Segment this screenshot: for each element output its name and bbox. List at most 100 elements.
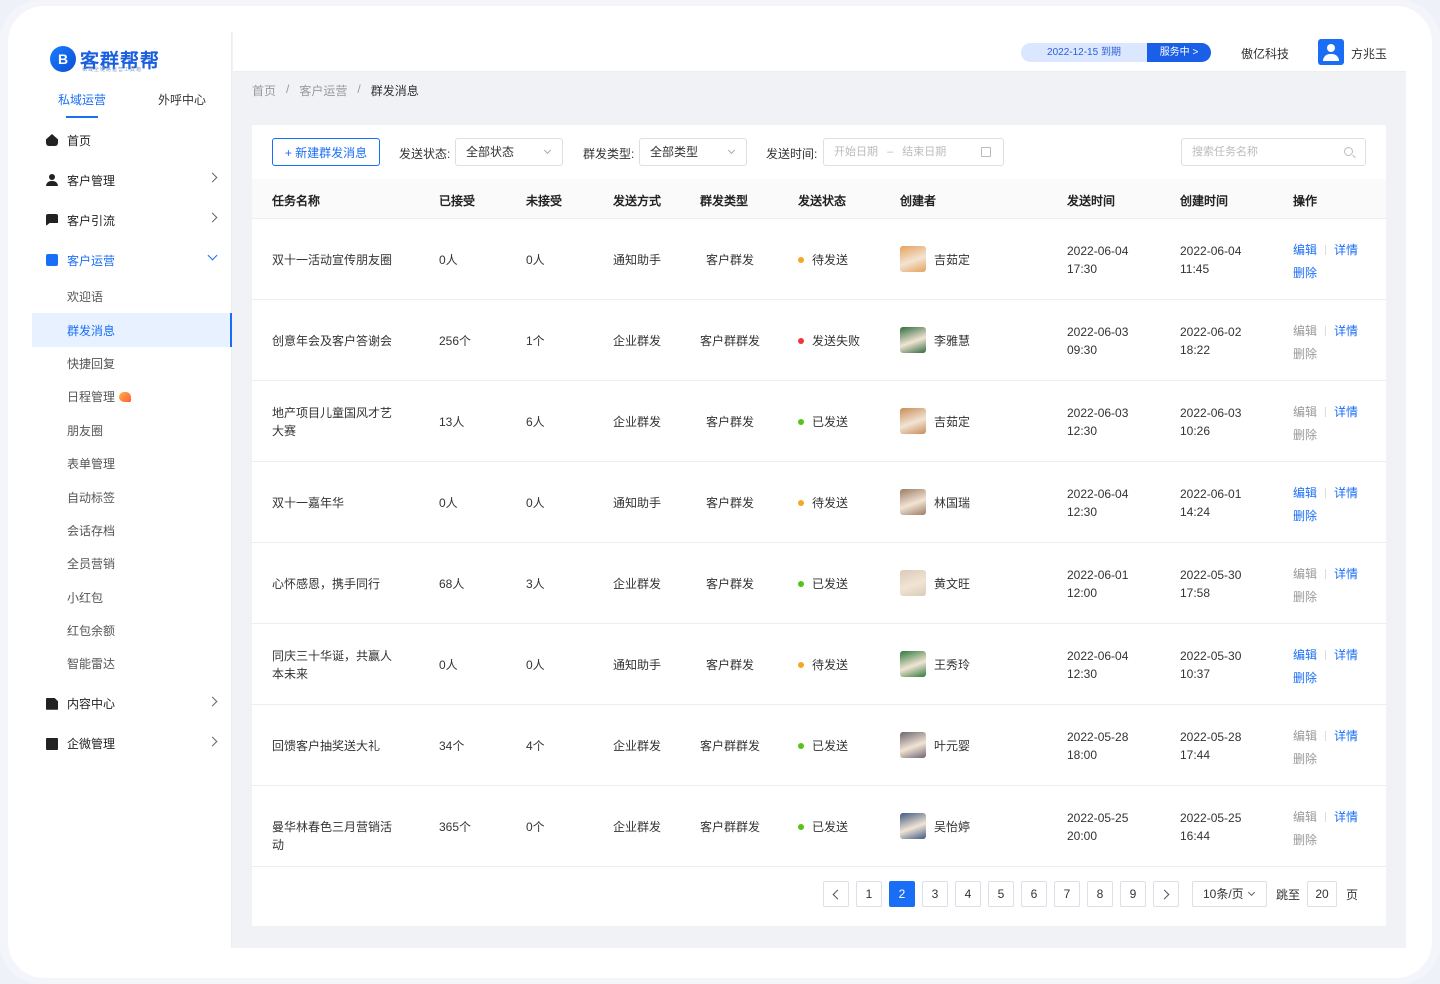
chevron-right-icon: [207, 736, 218, 747]
delete-button[interactable]: 删除: [1293, 671, 1317, 685]
task-name[interactable]: 创意年会及客户答谢会: [272, 332, 402, 350]
breadcrumb-customer-ops[interactable]: 客户运营: [299, 82, 347, 99]
edit-button[interactable]: 编辑: [1293, 729, 1317, 743]
username[interactable]: 方兆玉: [1351, 45, 1387, 62]
tab-call-center[interactable]: 外呼中心: [132, 88, 232, 118]
delete-button[interactable]: 删除: [1293, 347, 1317, 361]
action-divider: [1325, 326, 1327, 336]
accepted-count: 0人: [439, 253, 458, 267]
mass-type: 客户群发: [706, 415, 755, 429]
delete-button[interactable]: 删除: [1293, 590, 1317, 604]
page-unit-label: 页: [1346, 887, 1359, 902]
sidebar-subitem-schedule[interactable]: 日程管理: [32, 380, 232, 413]
action-divider: [1325, 488, 1327, 498]
page-number-button[interactable]: 8: [1087, 881, 1113, 907]
page-number-button[interactable]: 9: [1120, 881, 1146, 907]
sidebar-subitem-all-staff-marketing[interactable]: 全员营销: [32, 547, 232, 580]
page-number-button[interactable]: 7: [1054, 881, 1080, 907]
creator-name: 黄文旺: [934, 577, 971, 591]
row-actions-line: 删除: [1293, 586, 1358, 609]
edit-button[interactable]: 编辑: [1293, 405, 1317, 419]
subscription-badge: 2022-12-15 到期 服务中 >: [1021, 43, 1211, 62]
accepted-count: 0人: [439, 496, 458, 510]
sidebar-subitem-welcome[interactable]: 欢迎语: [32, 280, 232, 313]
sidebar-item-customer-acquisition[interactable]: 客户引流: [32, 200, 232, 240]
sidebar-subitem-red-packet[interactable]: 小红包: [32, 581, 232, 614]
edit-button[interactable]: 编辑: [1293, 567, 1317, 581]
page-number-button[interactable]: 3: [922, 881, 948, 907]
row-actions: 编辑 详情删除: [1293, 239, 1358, 285]
sidebar-item-content-center[interactable]: 内容中心: [32, 684, 232, 724]
sidebar-subitem-moments[interactable]: 朋友圈: [32, 414, 232, 447]
edit-button[interactable]: 编辑: [1293, 648, 1317, 662]
page-size-select[interactable]: 10条/页: [1192, 881, 1267, 907]
sidebar-subitem-mass-message[interactable]: 群发消息: [32, 313, 232, 348]
detail-button[interactable]: 详情: [1334, 810, 1358, 824]
new-mass-message-button[interactable]: + 新建群发消息: [272, 138, 380, 166]
edit-button[interactable]: 编辑: [1293, 324, 1317, 338]
sidebar-item-customer-ops[interactable]: 客户运营: [32, 240, 232, 280]
page-number-button[interactable]: 4: [955, 881, 981, 907]
detail-button[interactable]: 详情: [1334, 324, 1358, 338]
detail-button[interactable]: 详情: [1334, 648, 1358, 662]
time-filter-label: 发送时间:: [766, 147, 818, 161]
task-name[interactable]: 曼华林春色三月营销活动: [272, 818, 402, 854]
detail-button[interactable]: 详情: [1334, 243, 1358, 257]
task-search-input[interactable]: 搜索任务名称: [1181, 138, 1366, 166]
date-range-picker[interactable]: 开始日期 – 结束日期: [823, 138, 1004, 166]
type-select[interactable]: 全部类型: [639, 138, 747, 166]
delete-button[interactable]: 删除: [1293, 509, 1317, 523]
sidebar-subitem-forms[interactable]: 表单管理: [32, 447, 232, 480]
next-page-button[interactable]: [1153, 881, 1179, 907]
service-status-button[interactable]: 服务中 >: [1147, 43, 1211, 62]
page-number-button[interactable]: 1: [856, 881, 882, 907]
task-name[interactable]: 地产项目儿童国风才艺大赛: [272, 404, 402, 440]
status-dot-icon: [798, 743, 804, 749]
breadcrumb: 首页 / 客户运营 / 群发消息: [252, 82, 419, 99]
status-dot-icon: [798, 824, 804, 830]
send-time-text: 12:00: [1067, 586, 1098, 600]
end-date-placeholder: 结束日期: [902, 146, 947, 158]
page-number-button[interactable]: 6: [1021, 881, 1047, 907]
delete-button[interactable]: 删除: [1293, 833, 1317, 847]
sidebar-subitem-chat-archive[interactable]: 会话存档: [32, 514, 232, 547]
send-time: 2022-05-25 20:00: [1067, 809, 1197, 845]
edit-button[interactable]: 编辑: [1293, 486, 1317, 500]
sidebar-item-customer-mgmt[interactable]: 客户管理: [32, 160, 232, 200]
delete-button[interactable]: 删除: [1293, 266, 1317, 280]
tab-private-ops[interactable]: 私域运营: [32, 88, 132, 118]
search-icon[interactable]: [1344, 147, 1353, 156]
task-name[interactable]: 双十一嘉年华: [272, 494, 402, 512]
detail-button[interactable]: 详情: [1334, 567, 1358, 581]
task-name[interactable]: 回馈客户抽奖送大礼: [272, 737, 402, 755]
detail-button[interactable]: 详情: [1334, 405, 1358, 419]
sidebar-item-home[interactable]: 首页: [32, 120, 232, 160]
status-text: 已发送: [812, 739, 849, 753]
sidebar-subitem-red-packet-balance[interactable]: 红包余额: [32, 614, 232, 647]
row-actions-line: 删除: [1293, 262, 1358, 285]
detail-button[interactable]: 详情: [1334, 729, 1358, 743]
row-actions: 编辑 详情删除: [1293, 401, 1358, 447]
task-name[interactable]: 同庆三十华诞，共赢人本未来: [272, 647, 402, 683]
sidebar-subitem-quick-reply[interactable]: 快捷回复: [32, 347, 232, 380]
sidebar-subitem-auto-tags[interactable]: 自动标签: [32, 480, 232, 513]
company-name[interactable]: 傲亿科技: [1241, 45, 1289, 62]
avatar[interactable]: [1318, 39, 1344, 65]
task-name[interactable]: 双十一活动宣传朋友圈: [272, 251, 402, 269]
jump-page-input[interactable]: 20: [1307, 881, 1338, 907]
sidebar-subitem-smart-radar[interactable]: 智能雷达: [32, 647, 232, 680]
page-number-button[interactable]: 2: [889, 881, 915, 907]
send-time: 2022-06-03 09:30: [1067, 323, 1197, 359]
edit-button[interactable]: 编辑: [1293, 810, 1317, 824]
sidebar-item-wecom-mgmt[interactable]: 企微管理: [32, 724, 232, 764]
page-number-button[interactable]: 5: [988, 881, 1014, 907]
delete-button[interactable]: 删除: [1293, 752, 1317, 766]
detail-button[interactable]: 详情: [1334, 486, 1358, 500]
row-actions: 编辑 详情删除: [1293, 806, 1358, 852]
breadcrumb-home[interactable]: 首页: [252, 82, 276, 99]
edit-button[interactable]: 编辑: [1293, 243, 1317, 257]
prev-page-button[interactable]: [823, 881, 849, 907]
task-name[interactable]: 心怀感恩，携手同行: [272, 575, 402, 593]
status-select[interactable]: 全部状态: [455, 138, 563, 166]
delete-button[interactable]: 删除: [1293, 428, 1317, 442]
